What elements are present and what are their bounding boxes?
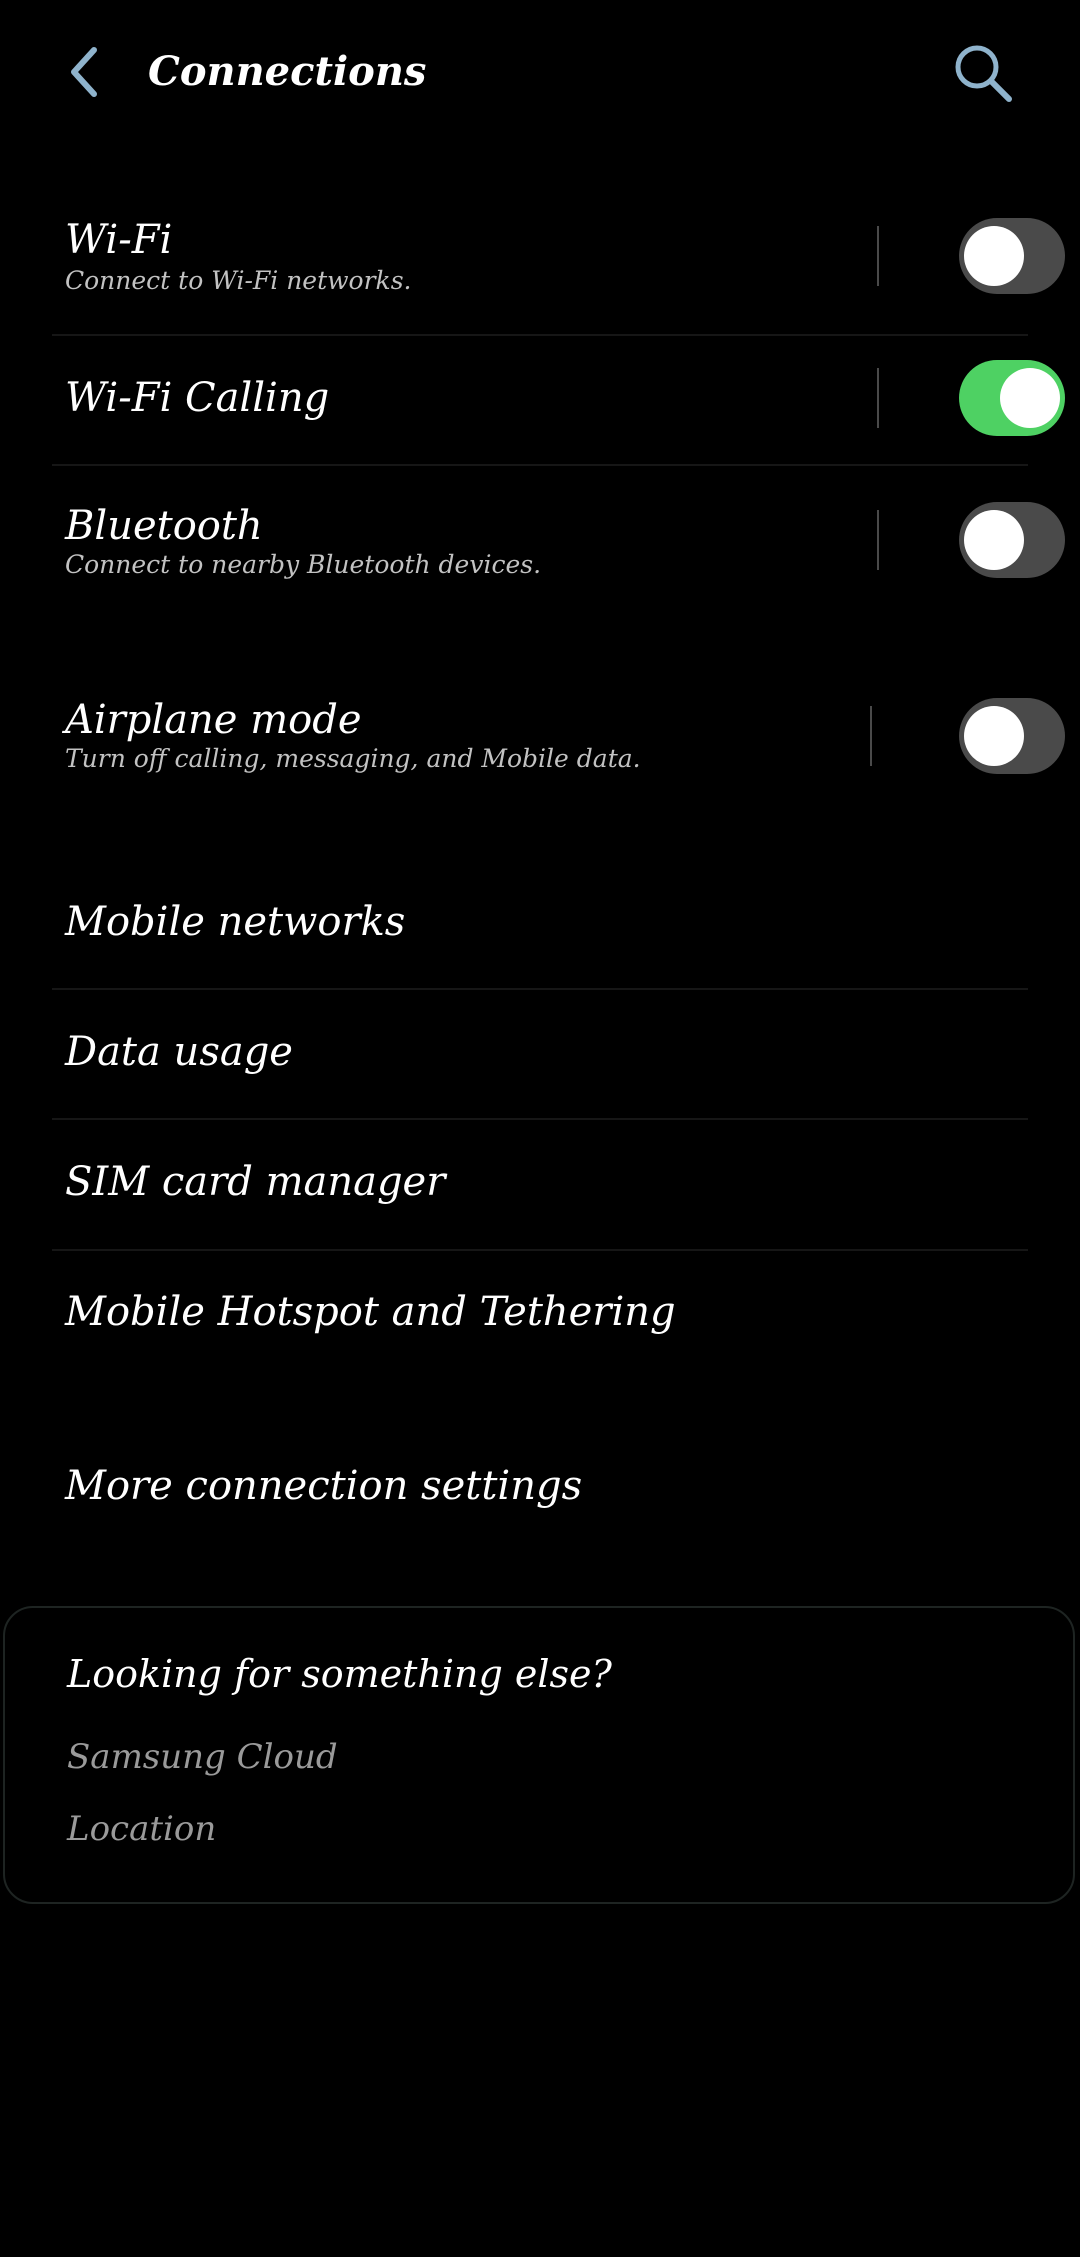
back-button[interactable]	[52, 36, 116, 108]
suggestion-link-location[interactable]: Location	[67, 1806, 216, 1852]
vertical-divider	[877, 368, 879, 428]
menu-item-label: Mobile networks	[65, 899, 406, 945]
chevron-left-icon	[71, 47, 97, 97]
wifi-toggle[interactable]	[959, 218, 1065, 294]
app-bar: Connections	[0, 0, 1080, 150]
bluetooth-toggle[interactable]	[959, 502, 1065, 578]
suggestions-title: Looking for something else?	[67, 1652, 612, 1696]
divider	[52, 988, 1028, 990]
page-title: Connections	[148, 48, 427, 95]
airplane-mode-toggle[interactable]	[959, 698, 1065, 774]
divider	[52, 1118, 1028, 1120]
menu-item-mobile-hotspot[interactable]: Mobile Hotspot and Tethering	[52, 1254, 1028, 1378]
vertical-divider	[877, 510, 879, 570]
divider	[52, 1249, 1028, 1251]
toggle-knob	[964, 510, 1024, 570]
wifi-setting[interactable]: Wi-Fi Connect to Wi-Fi networks.	[52, 200, 1065, 330]
airplane-mode-setting[interactable]: Airplane mode Turn off calling, messagin…	[52, 676, 1065, 816]
airplane-mode-subtitle: Turn off calling, messaging, and Mobile …	[65, 744, 641, 773]
menu-item-more-connection-settings[interactable]: More connection settings	[52, 1420, 1028, 1556]
vertical-divider	[870, 706, 872, 766]
bluetooth-title: Bluetooth	[65, 503, 263, 549]
toggle-knob	[964, 706, 1024, 766]
vertical-divider	[877, 226, 879, 286]
wifi-calling-setting[interactable]: Wi-Fi Calling	[52, 340, 1065, 462]
wifi-title: Wi-Fi	[65, 217, 173, 263]
bluetooth-setting[interactable]: Bluetooth Connect to nearby Bluetooth de…	[52, 480, 1065, 620]
suggestions-card: Looking for something else? Samsung Clou…	[3, 1606, 1075, 1904]
wifi-calling-toggle[interactable]	[959, 360, 1065, 436]
menu-item-label: SIM card manager	[65, 1159, 446, 1205]
menu-item-data-usage[interactable]: Data usage	[52, 992, 1028, 1114]
menu-item-label: Data usage	[65, 1029, 293, 1075]
divider	[52, 464, 1028, 466]
menu-item-mobile-networks[interactable]: Mobile networks	[52, 862, 1028, 982]
toggle-knob	[1000, 368, 1060, 428]
divider	[52, 334, 1028, 336]
search-icon	[955, 45, 1012, 102]
menu-item-sim-card-manager[interactable]: SIM card manager	[52, 1122, 1028, 1246]
menu-item-label: More connection settings	[65, 1463, 583, 1509]
bluetooth-subtitle: Connect to nearby Bluetooth devices.	[65, 550, 542, 579]
wifi-subtitle: Connect to Wi-Fi networks.	[65, 266, 412, 295]
wifi-calling-title: Wi-Fi Calling	[65, 375, 330, 421]
toggle-knob	[964, 226, 1024, 286]
airplane-mode-title: Airplane mode	[65, 697, 362, 743]
menu-item-label: Mobile Hotspot and Tethering	[65, 1289, 676, 1335]
suggestion-link-samsung-cloud[interactable]: Samsung Cloud	[67, 1734, 338, 1780]
search-button[interactable]	[946, 36, 1020, 110]
